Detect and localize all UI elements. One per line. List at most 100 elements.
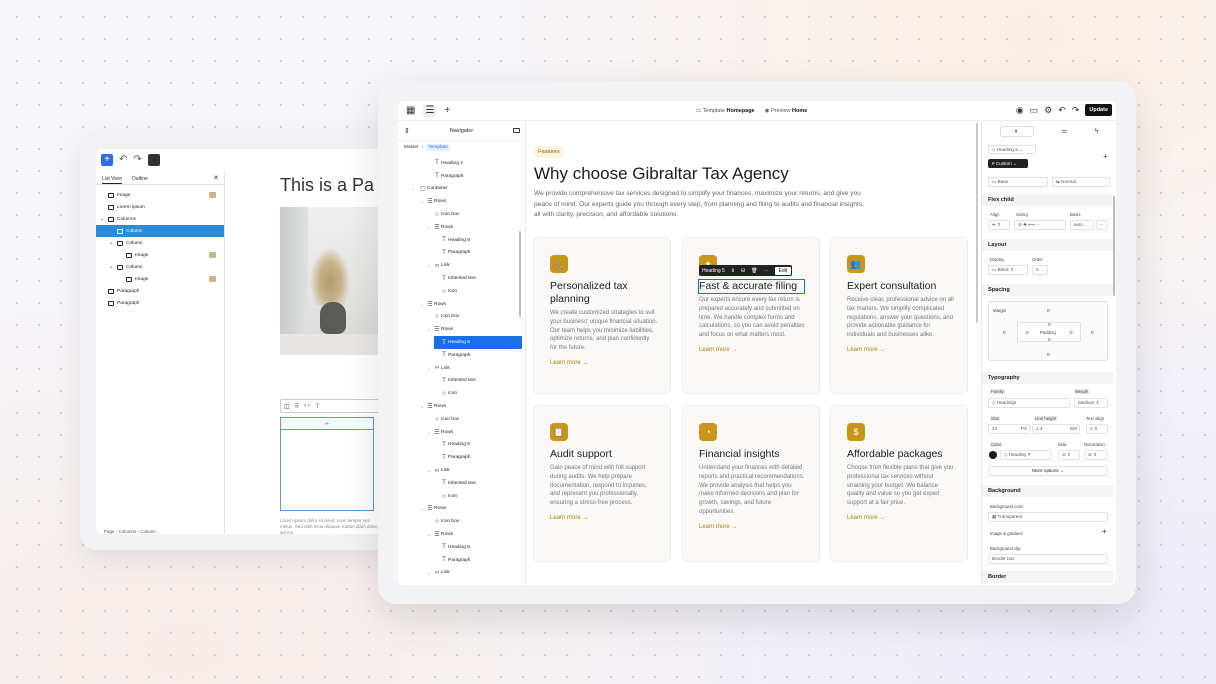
interactions-tab-icon[interactable]: ϟ [1095,128,1099,135]
feature-description[interactable]: We create customized strategies to suit … [550,309,658,353]
navigator-item[interactable]: T Inherited text [398,375,522,388]
more-icon[interactable]: ⋯ [761,268,772,274]
breadcrumb-master[interactable]: Master [404,145,419,150]
feature-title[interactable]: Audit support [550,448,662,461]
style-tab-icon[interactable]: ◐ [999,125,1034,137]
padding-right[interactable]: 0 [1070,330,1073,335]
list-view-item[interactable]: Image [96,189,224,201]
font-family-select[interactable]: ◇ Headings [988,398,1070,408]
move-arrows-icon[interactable]: ‹ › [304,403,310,409]
navigator-item[interactable]: › ▢ Container [398,183,522,196]
save-component-icon[interactable]: ⛁ [738,268,748,274]
feature-description[interactable]: Receive clear, professional advice on al… [847,296,955,340]
navigator-item[interactable]: T Heading 5 [434,336,522,349]
navigator-item[interactable]: ☆ Icon box [398,413,522,426]
navigator-item[interactable]: ⌄ ☰ Rows [398,195,522,208]
apps-grid-icon[interactable]: ▦ [406,105,415,117]
add-element-icon[interactable]: + [444,105,450,117]
basis-input[interactable]: auto [1070,220,1094,230]
feature-card[interactable]: ✦ Fast & accurate filing Our experts ensur… [682,237,820,394]
update-button[interactable]: Update [1085,104,1112,116]
feature-card[interactable]: $ Affordable packages Choose from flexible… [830,405,968,562]
basis-minus[interactable]: – [1096,220,1108,230]
navigator-item[interactable]: ⌄ ☰ Rows [398,503,522,516]
line-height-input[interactable]: 1.4 EM [1032,424,1080,434]
feature-title[interactable]: Financial insights [699,448,811,461]
list-view-item[interactable]: Image [96,273,224,285]
navigator-item[interactable]: ☆ Icon [398,387,522,400]
learn-more-link[interactable]: Learn more → [550,360,588,366]
drag-handle-icon[interactable]: ⠿ [295,403,299,410]
padding-top[interactable]: 0 [1048,322,1051,327]
font-size-input[interactable]: 24 PX [988,424,1030,434]
list-view-item[interactable]: Column [96,225,224,237]
navigator-item[interactable]: ⌄ ☰ Rows [398,298,522,311]
collapse-icon[interactable]: ⇕ [404,127,410,135]
border-section[interactable]: Border [982,571,1113,583]
panel-toggle-icon[interactable] [513,128,520,133]
settings-icon[interactable]: ⚙ [1044,105,1052,116]
undo-icon[interactable]: ↶ [1058,105,1066,116]
feature-title[interactable]: Fast & accurate filing [698,279,805,294]
section-lead[interactable]: We provide comprehensive tax services de… [534,189,864,221]
chevron-down-icon[interactable]: ⌄ [109,241,114,246]
list-view-item[interactable]: Lorem ipsum [96,201,224,213]
feature-title[interactable]: Affordable packages [847,448,959,461]
text-align-select[interactable]: ≡ ⇕ [1086,424,1108,434]
navigator-item[interactable]: T Paragraph [398,247,522,260]
learn-more-link[interactable]: Learn more → [699,524,737,530]
order-input[interactable]: 0 [1032,265,1048,275]
tab-list-view[interactable]: List View [102,173,122,184]
column-block[interactable]: + [280,417,374,511]
list-view-item[interactable]: Paragraph [96,297,224,309]
feature-description[interactable]: Choose from flexible plans that give you… [847,464,955,508]
add-class-icon[interactable]: + [1103,152,1108,161]
chevron-down-icon[interactable]: ⌄ [109,265,114,270]
align-icon[interactable]: ⊤ [315,403,320,410]
align-control[interactable]: ⇹ ⇕ [988,220,1010,230]
element-tag[interactable]: ◇ Heading 5 ⌄ [988,145,1036,154]
navigator-item[interactable]: T Inherited text [398,272,522,285]
edit-button[interactable]: Edit [773,265,793,276]
margin-right[interactable]: 0 [1091,330,1094,335]
lorem-paragraph[interactable]: Lorem ipsum dolor sit amet, cons tempor … [280,518,380,534]
feature-card[interactable]: 📋 Audit support Gain peace of mind with fu… [533,405,671,562]
element-name-label[interactable]: Heading 5 [699,268,728,274]
delete-icon[interactable]: 🗑 [748,268,760,274]
navigator-item[interactable]: T Heading 5 [398,541,522,554]
navigator-item[interactable]: ⌄ ☰ Rows [398,400,522,413]
class-tag[interactable]: # Custom ⌄ [988,159,1028,168]
navigator-item[interactable]: T Heading 5 [398,439,522,452]
template-link[interactable]: ▭ Template Homepage [696,108,755,114]
navigator-item[interactable]: ☆ Icon box [398,515,522,528]
reorder-icon[interactable]: ⇕ [728,268,738,274]
sizing-control[interactable]: ⊘ ✚ ⟷ ⋯ [1014,220,1066,230]
font-weight-select[interactable]: Medium ⇕ [1074,398,1108,408]
padding-bottom[interactable]: 0 [1048,337,1051,342]
italic-toggle[interactable]: ⊘ ⇕ [1058,450,1080,460]
margin-bottom[interactable]: 0 [1047,352,1050,357]
feature-description[interactable]: Our experts ensure every tax return is p… [699,296,807,340]
navigator-toggle-icon[interactable]: ☰ [423,104,437,117]
navigator-item[interactable]: ☆ Icon box [398,311,522,324]
navigator-item[interactable]: T Paragraph [398,451,522,464]
margin-top[interactable]: 0 [1047,308,1050,313]
margin-left[interactable]: 0 [1003,330,1006,335]
navigator-item[interactable]: ☆ Icon [398,285,522,298]
navigator-scrollbar[interactable] [519,231,521,317]
add-background-icon[interactable]: + [1102,527,1107,536]
navigator-item[interactable]: T Inherited text [398,477,522,490]
navigator-item[interactable]: ⌄ ∞ Link [398,362,522,375]
canvas-scrollbar[interactable] [976,123,978,323]
navigator-item[interactable]: ⌄ ☰ Rows [398,528,522,541]
close-icon[interactable]: ✕ [213,174,219,182]
add-inner-block-button[interactable]: + [281,418,373,430]
list-view-item[interactable]: ⌄ Columns [96,213,224,225]
feature-title[interactable]: Personalized tax planning [550,280,662,306]
list-view-item[interactable]: Paragraph [96,285,224,297]
list-view-item[interactable]: ⌄ Column [96,237,224,249]
list-view-item[interactable]: ⌄ Column [96,261,224,273]
chevron-down-icon[interactable]: ⌄ [100,217,105,222]
padding-left[interactable]: 0 [1026,330,1029,335]
feature-title[interactable]: Expert consultation [847,280,959,293]
